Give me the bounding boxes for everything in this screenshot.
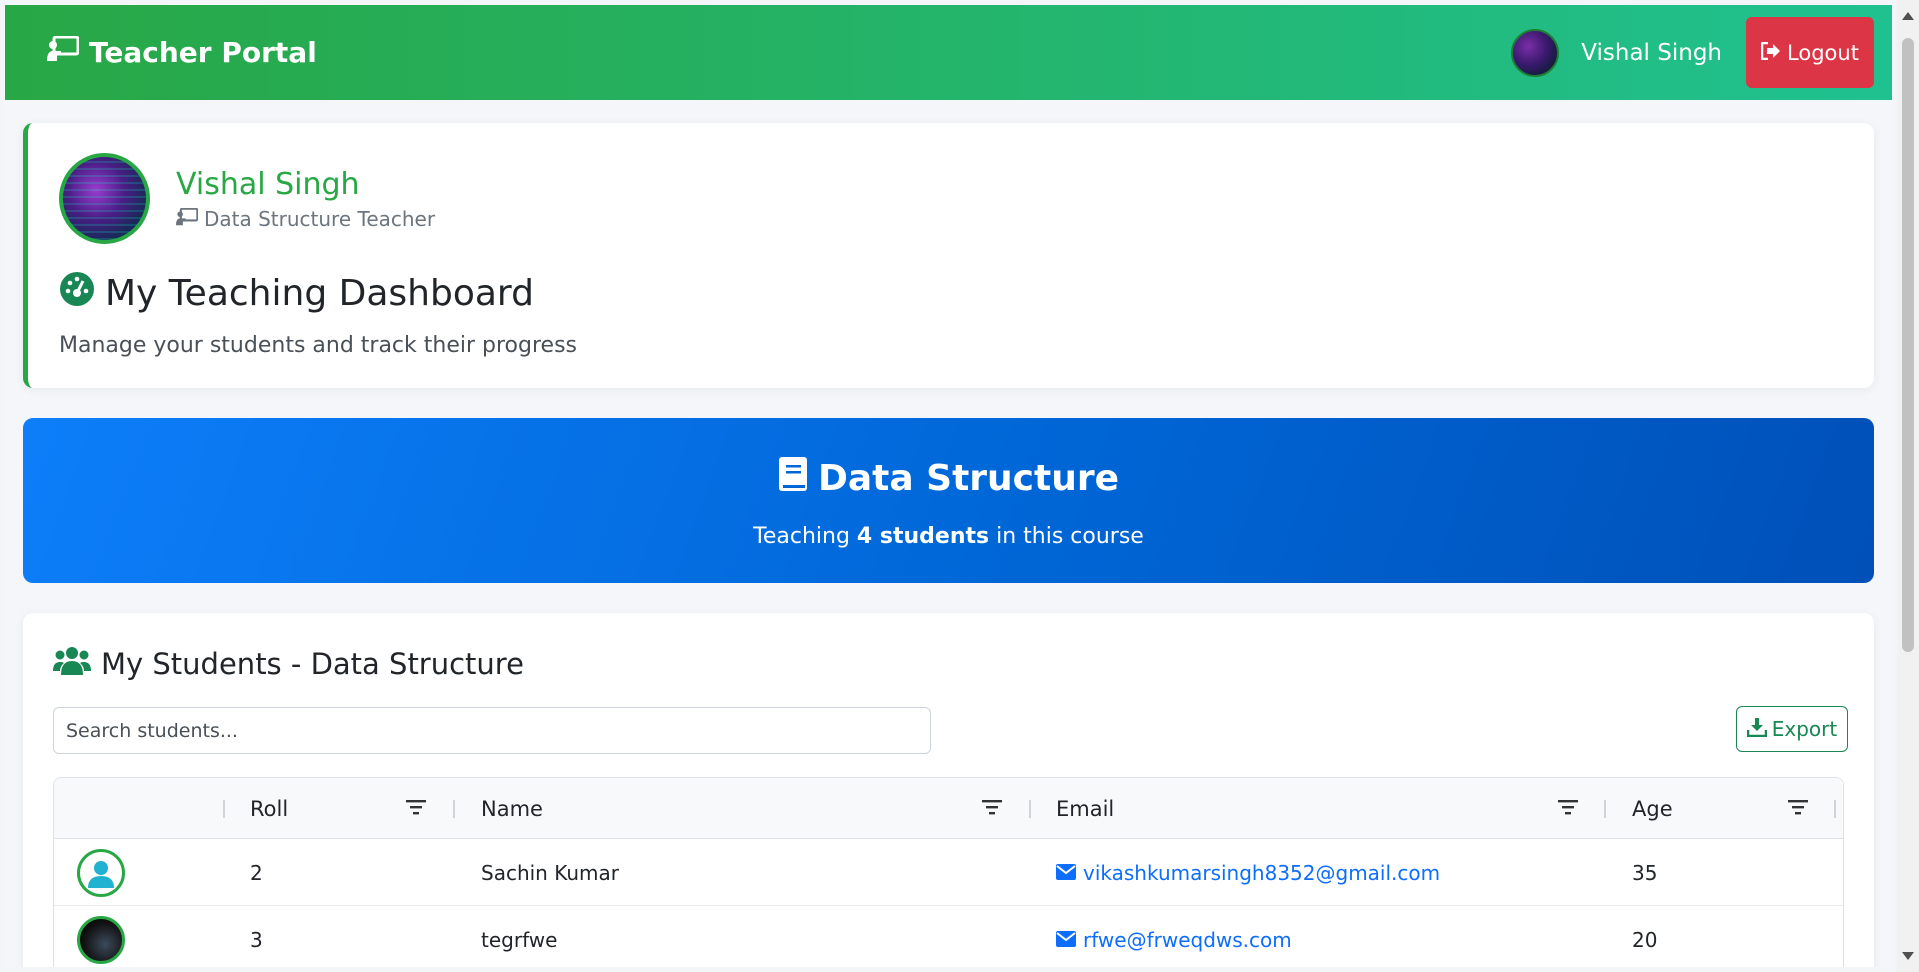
users-icon — [53, 645, 101, 682]
scroll-up-arrow-icon[interactable] — [1902, 12, 1914, 20]
column-header-age[interactable]: Age — [1632, 778, 1673, 839]
filter-icon[interactable] — [1787, 797, 1809, 821]
filter-icon[interactable] — [405, 797, 427, 821]
search-students-input[interactable] — [53, 707, 931, 754]
table-row[interactable]: 2 Sachin Kumar vikashkumarsingh8352@gmai… — [54, 839, 1843, 906]
students-table: Roll Name Email Age 2 Sachin Kumar vikas… — [53, 777, 1844, 967]
avatar-cell — [77, 906, 125, 967]
top-navbar: Teacher Portal Vishal Singh Logout — [5, 5, 1892, 100]
students-title-text: My Students - Data Structure — [101, 646, 524, 681]
scroll-down-arrow-icon[interactable] — [1902, 952, 1914, 960]
navbar-user-name: Vishal Singh — [1581, 39, 1722, 66]
course-sub-suffix: in this course — [989, 524, 1144, 549]
sign-out-icon — [1760, 41, 1787, 65]
download-icon — [1746, 717, 1772, 742]
book-icon — [778, 456, 818, 501]
name-cell: Sachin Kumar — [481, 860, 619, 885]
age-cell: 35 — [1632, 860, 1658, 885]
course-title-text: Data Structure — [817, 458, 1120, 499]
filter-icon[interactable] — [981, 797, 1003, 821]
filter-icon[interactable] — [1557, 797, 1579, 821]
profile-role: Data Structure Teacher — [176, 207, 435, 231]
envelope-icon — [1056, 928, 1083, 952]
avatar-cell — [77, 839, 125, 906]
envelope-icon — [1056, 861, 1083, 885]
roll-cell: 2 — [250, 860, 263, 885]
profile-card: Vishal Singh Data Structure Teacher My T… — [23, 123, 1874, 388]
table-row[interactable]: 3 tegrfwe rfwe@frweqdws.com 20 — [54, 906, 1843, 967]
email-link[interactable]: vikashkumarsingh8352@gmail.com — [1056, 839, 1440, 906]
column-resize-handle[interactable] — [1834, 800, 1836, 818]
dashboard-subtitle: Manage your students and track their pro… — [59, 333, 577, 358]
teacher-icon — [176, 207, 204, 231]
profile-avatar — [59, 153, 150, 244]
user-avatar[interactable] — [1511, 28, 1560, 77]
app-window: Teacher Portal Vishal Singh Logout Visha… — [5, 5, 1892, 967]
course-sub-prefix: Teaching — [753, 524, 857, 549]
teacher-icon — [47, 35, 89, 69]
default-user-icon — [77, 848, 125, 897]
dashboard-gauge-icon — [59, 271, 105, 316]
students-card: My Students - Data Structure Export Roll… — [23, 613, 1874, 967]
column-resize-handle[interactable] — [1604, 800, 1606, 818]
email-text: rfwe@frweqdws.com — [1083, 927, 1292, 952]
column-resize-handle[interactable] — [453, 800, 455, 818]
roll-cell: 3 — [250, 927, 263, 952]
profile-role-label: Data Structure Teacher — [204, 207, 436, 231]
column-resize-handle[interactable] — [223, 800, 225, 818]
scroll-thumb[interactable] — [1902, 38, 1914, 652]
logout-label: Logout — [1787, 40, 1859, 65]
column-header-name[interactable]: Name — [481, 778, 543, 839]
dashboard-title-text: My Teaching Dashboard — [105, 273, 534, 314]
student-count: 4 students — [856, 524, 990, 549]
page-scrollbar[interactable] — [1897, 0, 1919, 972]
navbar-user-area: Vishal Singh Logout — [1511, 17, 1874, 88]
email-link[interactable]: rfwe@frweqdws.com — [1056, 906, 1292, 967]
course-title: Data Structure — [23, 456, 1874, 501]
brand[interactable]: Teacher Portal — [47, 35, 317, 69]
age-cell: 20 — [1632, 927, 1658, 952]
table-header: Roll Name Email Age — [54, 778, 1843, 839]
brand-title: Teacher Portal — [89, 36, 317, 69]
column-header-roll[interactable]: Roll — [250, 778, 288, 839]
name-cell: tegrfwe — [481, 927, 558, 952]
students-section-title: My Students - Data Structure — [53, 645, 524, 682]
profile-name: Vishal Singh — [176, 167, 360, 202]
course-banner: Data Structure Teaching 4 students in th… — [23, 418, 1874, 583]
export-button[interactable]: Export — [1736, 706, 1848, 752]
dashboard-title: My Teaching Dashboard — [59, 271, 534, 316]
course-subtitle: Teaching 4 students in this course — [23, 524, 1874, 549]
column-header-email[interactable]: Email — [1056, 778, 1114, 839]
column-resize-handle[interactable] — [1029, 800, 1031, 818]
export-label: Export — [1771, 717, 1838, 741]
email-text: vikashkumarsingh8352@gmail.com — [1083, 860, 1441, 885]
logout-button[interactable]: Logout — [1746, 17, 1874, 88]
student-avatar — [77, 915, 125, 964]
